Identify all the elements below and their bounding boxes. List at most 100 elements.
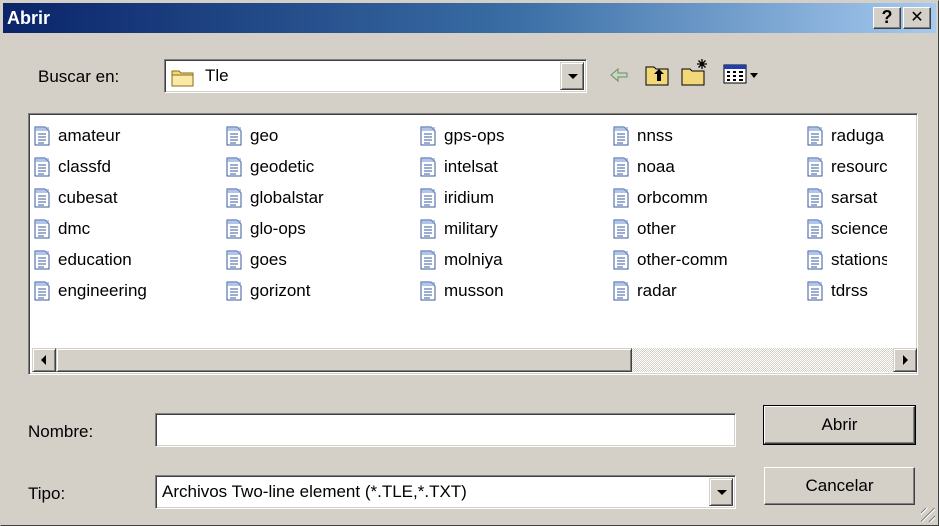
file-name: dmc [58, 219, 91, 238]
file-item[interactable]: iridium [420, 185, 494, 211]
file-item[interactable]: dmc [34, 216, 90, 242]
file-item[interactable]: geo [226, 123, 278, 149]
file-name: glo-ops [250, 219, 306, 238]
text-file-icon [34, 157, 50, 177]
text-file-icon [34, 250, 50, 270]
text-file-icon [226, 281, 242, 301]
file-name: geo [250, 126, 279, 145]
text-file-icon [807, 219, 823, 239]
text-file-icon [226, 126, 242, 146]
filename-input[interactable] [155, 413, 736, 447]
filetype-value: Archivos Two-line element (*.TLE,*.TXT) [162, 482, 467, 501]
filename-label: Nombre: [28, 422, 94, 441]
file-name: education [58, 250, 132, 269]
resize-grip-icon[interactable] [921, 508, 935, 522]
file-item[interactable]: molniya [420, 247, 503, 273]
file-name: goes [250, 250, 287, 269]
lookin-dropdown-button[interactable] [560, 62, 584, 90]
text-file-icon [420, 219, 436, 239]
file-item[interactable]: raduga [807, 123, 887, 149]
filetype-dropdown[interactable]: Archivos Two-line element (*.TLE,*.TXT) [155, 475, 736, 509]
file-name: engineering [58, 281, 147, 300]
file-item[interactable]: science [807, 216, 887, 242]
text-file-icon [613, 188, 629, 208]
text-file-icon [420, 281, 436, 301]
file-item[interactable]: gps-ops [420, 123, 504, 149]
file-item[interactable]: tdrss [807, 278, 887, 304]
file-item[interactable]: classfd [34, 154, 111, 180]
lookin-label: Buscar en: [38, 67, 120, 86]
new-folder-icon[interactable] [680, 57, 710, 87]
file-name: noaa [637, 157, 675, 176]
text-file-icon [613, 157, 629, 177]
file-item[interactable]: stations [807, 247, 887, 273]
file-item[interactable]: gorizont [226, 278, 310, 304]
filetype-label: Tipo: [28, 484, 66, 503]
lookin-dropdown[interactable]: Tle [164, 59, 587, 93]
filetype-dropdown-button[interactable] [709, 478, 733, 506]
help-button[interactable]: ? [873, 7, 901, 29]
open-dialog: Abrir ? ✕ Buscar en: Tle amateur classfd c… [0, 0, 939, 526]
file-name: raduga [831, 126, 884, 145]
file-item[interactable]: sarsat [807, 185, 887, 211]
open-button[interactable]: Abrir [763, 405, 916, 445]
scroll-left-button[interactable] [32, 348, 56, 372]
file-item[interactable]: globalstar [226, 185, 324, 211]
text-file-icon [34, 281, 50, 301]
scroll-thumb[interactable] [56, 348, 632, 372]
file-name: molniya [444, 250, 503, 269]
file-item[interactable]: radar [613, 278, 677, 304]
file-name: classfd [58, 157, 111, 176]
text-file-icon [807, 250, 823, 270]
file-name: sarsat [831, 188, 878, 207]
file-name: iridium [444, 188, 495, 207]
text-file-icon [226, 250, 242, 270]
back-arrow-icon[interactable] [608, 65, 630, 85]
file-list: amateur classfd cubesat dmc education enginee… [28, 113, 918, 384]
cancel-button[interactable]: Cancelar [764, 467, 915, 505]
text-file-icon [613, 281, 629, 301]
text-file-icon [807, 126, 823, 146]
file-item[interactable]: engineering [34, 278, 147, 304]
title-bar[interactable]: Abrir ? ✕ [3, 3, 936, 33]
file-item[interactable]: geodetic [226, 154, 314, 180]
view-menu-icon[interactable] [723, 63, 763, 85]
horizontal-scrollbar[interactable] [32, 348, 917, 372]
file-name: science [831, 219, 887, 238]
file-item[interactable]: intelsat [420, 154, 498, 180]
scroll-right-button[interactable] [893, 348, 917, 372]
file-item[interactable]: other-comm [613, 247, 728, 273]
file-item[interactable]: resource [807, 154, 887, 180]
file-item[interactable]: glo-ops [226, 216, 306, 242]
text-file-icon [226, 157, 242, 177]
file-item[interactable]: cubesat [34, 185, 118, 211]
file-item[interactable]: orbcomm [613, 185, 708, 211]
file-item[interactable]: noaa [613, 154, 675, 180]
file-item[interactable]: other [613, 216, 676, 242]
file-item[interactable]: nnss [613, 123, 673, 149]
text-file-icon [613, 250, 629, 270]
file-name: military [444, 219, 498, 238]
close-button[interactable]: ✕ [903, 7, 931, 29]
text-file-icon [613, 219, 629, 239]
file-item[interactable]: goes [226, 247, 287, 273]
text-file-icon [807, 281, 823, 301]
file-name: other-comm [637, 250, 728, 269]
text-file-icon [807, 188, 823, 208]
text-file-icon [34, 126, 50, 146]
file-item[interactable]: amateur [34, 123, 120, 149]
file-name: resource [831, 157, 887, 176]
file-item[interactable]: military [420, 216, 498, 242]
file-item[interactable]: education [34, 247, 132, 273]
text-file-icon [34, 188, 50, 208]
text-file-icon [613, 126, 629, 146]
text-file-icon [34, 219, 50, 239]
window-title: Abrir [7, 8, 51, 28]
text-file-icon [226, 188, 242, 208]
file-item[interactable]: musson [420, 278, 504, 304]
file-name: stations [831, 250, 887, 269]
up-folder-icon[interactable] [644, 61, 670, 87]
file-name: globalstar [250, 188, 324, 207]
file-name: nnss [637, 126, 673, 145]
lookin-value: Tle [205, 66, 229, 85]
